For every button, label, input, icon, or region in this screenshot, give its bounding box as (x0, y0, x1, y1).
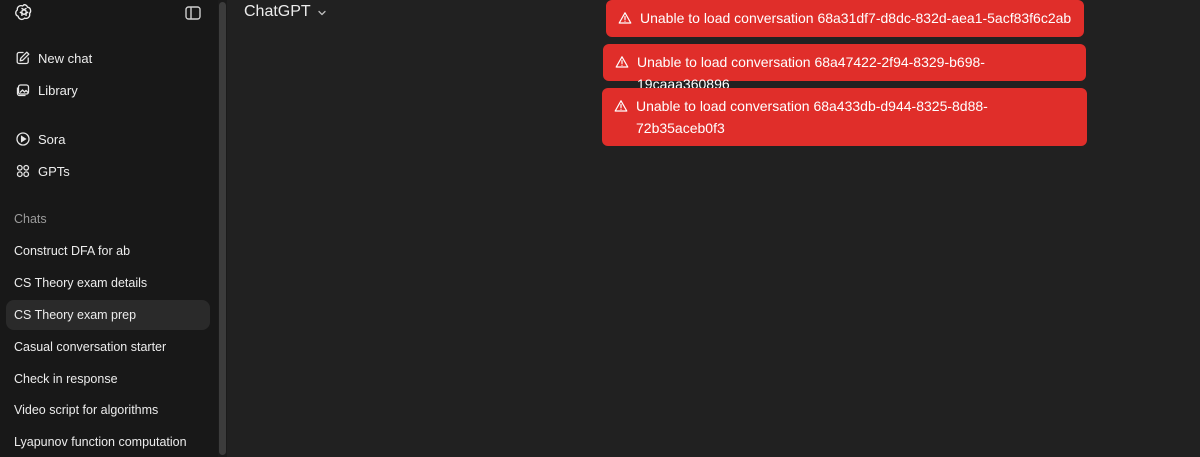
new-chat-button[interactable]: New chat (6, 43, 210, 73)
chat-item-cs-theory-exam-details[interactable]: CS Theory exam details (6, 268, 210, 298)
error-toast-message: Unable to load conversation 68a433db-d94… (636, 98, 988, 136)
chat-item-check-in-response[interactable]: Check in response (6, 364, 210, 394)
new-chat-label: New chat (38, 50, 93, 66)
grid-icon (15, 163, 31, 179)
sora-label: Sora (38, 131, 66, 147)
sidebar: New chat Library Sora GPTs Chats Constru… (0, 0, 218, 457)
app-window: New chat Library Sora GPTs Chats Constru… (0, 0, 1200, 457)
warning-icon (614, 99, 628, 113)
error-toast[interactable]: Unable to load conversation 68a47422-2f9… (603, 44, 1086, 92)
chats-section-label: Chats (14, 212, 47, 226)
chat-item-video-script[interactable]: Video script for algorithms (6, 395, 210, 425)
chevron-down-icon (316, 6, 328, 18)
model-label: ChatGPT (244, 3, 311, 20)
sidebar-header (0, 0, 218, 26)
gpts-button[interactable]: GPTs (6, 156, 210, 186)
chat-item-cs-theory-exam-prep[interactable]: CS Theory exam prep (6, 300, 210, 330)
play-circle-icon (15, 131, 31, 147)
gpts-label: GPTs (38, 163, 70, 179)
library-button[interactable]: Library (6, 75, 210, 105)
sidebar-scrollbar-thumb[interactable] (219, 2, 226, 455)
model-selector[interactable]: ChatGPT (244, 3, 328, 21)
chat-item-casual-conversation[interactable]: Casual conversation starter (6, 332, 210, 362)
error-toast-message: Unable to load conversation 68a31df7-d8d… (640, 10, 1072, 26)
images-icon (15, 82, 31, 98)
sidebar-toggle-icon[interactable] (184, 4, 202, 22)
error-toast[interactable]: Unable to load conversation 68a433db-d94… (602, 88, 1087, 146)
warning-icon (615, 55, 629, 69)
pencil-icon (15, 50, 31, 66)
chat-item-construct-dfa[interactable]: Construct DFA for ab (6, 236, 210, 266)
library-label: Library (38, 82, 78, 98)
chat-item-lyapunov[interactable]: Lyapunov function computation (6, 427, 210, 457)
sidebar-scrollbar[interactable] (218, 0, 227, 457)
sora-button[interactable]: Sora (6, 124, 210, 154)
openai-logo-icon[interactable] (14, 2, 34, 22)
warning-icon (618, 11, 632, 25)
error-toast[interactable]: Unable to load conversation 68a31df7-d8d… (606, 0, 1084, 37)
